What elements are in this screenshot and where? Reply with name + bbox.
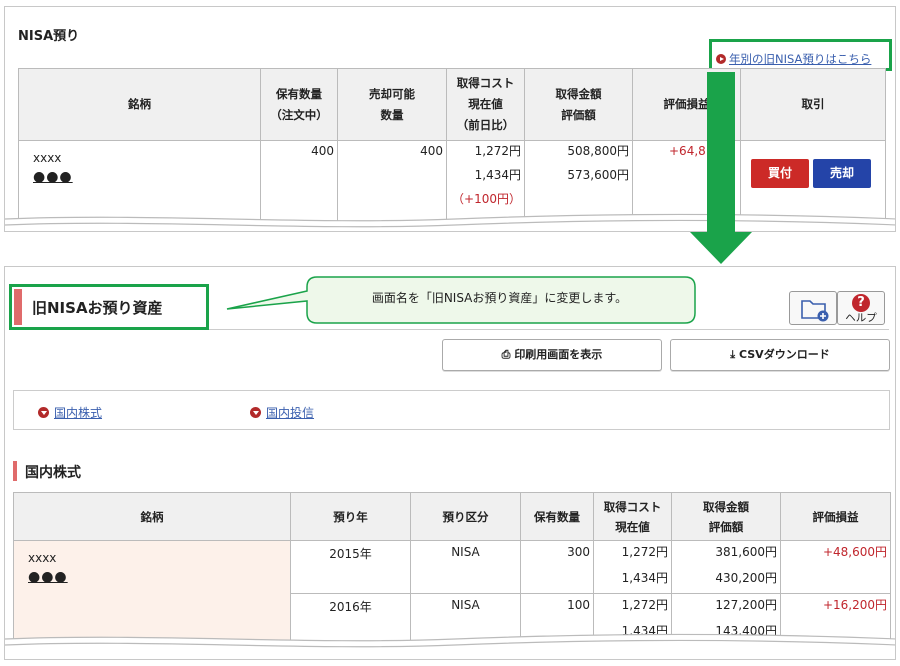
- col-year: 預り年: [290, 492, 411, 541]
- security-cell: xxxx ●●●: [18, 140, 261, 221]
- security-code: xxxx: [28, 551, 57, 565]
- col-cost: 取得コスト 現在値: [593, 492, 672, 541]
- table-row: xxxx ●●● 2015年 NISA 300 1,272円 1,434円 381…: [13, 540, 891, 647]
- amount-cell: 381,600円 430,200円: [671, 540, 781, 594]
- page-title: 旧NISAお預り資産: [32, 299, 163, 317]
- table-row: xxxx ●●● 400 400 1,272円 1,434円 （+100円） 5…: [18, 140, 886, 221]
- chevron-down-icon: [250, 407, 261, 418]
- security-code: xxxx: [33, 151, 62, 165]
- col-trade: 取引: [740, 68, 886, 141]
- anchor-domestic-stock[interactable]: 国内株式: [38, 404, 102, 421]
- sell-button[interactable]: 売却: [813, 159, 871, 188]
- arrow-circle-icon: [716, 54, 726, 64]
- qty-cell: 300: [520, 540, 594, 594]
- security-name-link[interactable]: ●●●: [28, 569, 68, 585]
- anchor-nav: 国内株式 国内投信: [13, 390, 890, 430]
- qty-cell: 400: [260, 140, 338, 221]
- col-sellable: 売却可能 数量: [337, 68, 447, 141]
- cost-cell: 1,272円 1,434円 （+100円）: [446, 140, 525, 221]
- amount-cell: 508,800円 573,600円: [524, 140, 633, 221]
- print-view-button[interactable]: ⎙ 印刷用画面を表示: [442, 339, 662, 371]
- col-amount: 取得金額 評価額: [524, 68, 633, 141]
- chevron-down-icon: [38, 407, 49, 418]
- anchor-domestic-fund[interactable]: 国内投信: [250, 404, 314, 421]
- buy-button[interactable]: 買付: [751, 159, 809, 188]
- col-category: 預り区分: [410, 492, 521, 541]
- trade-cell: 買付 売却: [740, 140, 886, 221]
- page-title-highlight: 旧NISAお預り資産: [9, 284, 209, 330]
- cost-cell: 1,272円 1,434円: [593, 540, 672, 594]
- col-qty: 保有数量 （注文中）: [260, 68, 338, 141]
- panel-title: NISA預り: [18, 29, 80, 44]
- pl-cell: +48,600円: [780, 540, 891, 594]
- col-amount: 取得金額 評価額: [671, 492, 781, 541]
- old-nisa-link[interactable]: 年別の旧NISA預りはこちら: [729, 52, 871, 66]
- security-name-link[interactable]: ●●●: [33, 169, 73, 185]
- col-qty: 保有数量: [520, 492, 594, 541]
- help-label: ヘルプ: [845, 312, 877, 324]
- sellable-cell: 400: [337, 140, 447, 221]
- old-nisa-assets-panel: 旧NISAお預り資産 画面名を「旧NISAお預り資産」に変更します。 ? ヘルプ…: [4, 266, 896, 660]
- help-icon: ?: [852, 294, 870, 312]
- col-name: 銘柄: [13, 492, 291, 541]
- year-cell: 2015年: [290, 540, 411, 594]
- col-cost: 取得コスト 現在値 （前日比）: [446, 68, 525, 141]
- nisa-holdings-table: 銘柄 保有数量 （注文中） 売却可能 数量 取得コスト 現在値 （前日比） 取得金額 評価…: [18, 68, 886, 221]
- add-folder-button[interactable]: [789, 291, 837, 325]
- help-button[interactable]: ? ヘルプ: [837, 291, 885, 325]
- nisa-holdings-panel: NISA預り 年別の旧NISA預りはこちら 銘柄 保有数量 （注文中） 売却可能数…: [4, 6, 896, 232]
- col-pl: 評価損益: [780, 492, 891, 541]
- cut-edge-decoration: [5, 213, 895, 231]
- col-name: 銘柄: [18, 68, 261, 141]
- callout-text: 画面名を「旧NISAお預り資産」に変更します。: [371, 291, 628, 305]
- down-arrow-icon: [690, 72, 752, 264]
- category-cell: NISA: [410, 540, 521, 594]
- cut-edge-decoration: [5, 633, 895, 659]
- domestic-stock-table: 銘柄 預り年 預り区分 保有数量 取得コスト 現在値 取得金額 評価額 評価損益 x…: [13, 492, 891, 647]
- folder-plus-icon: [801, 300, 829, 322]
- printer-icon: ⎙: [501, 348, 515, 361]
- old-nisa-link-highlight: 年別の旧NISA預りはこちら: [709, 39, 892, 71]
- download-icon: ⤓: [730, 348, 739, 361]
- csv-download-button[interactable]: ⤓ CSVダウンロード: [670, 339, 890, 371]
